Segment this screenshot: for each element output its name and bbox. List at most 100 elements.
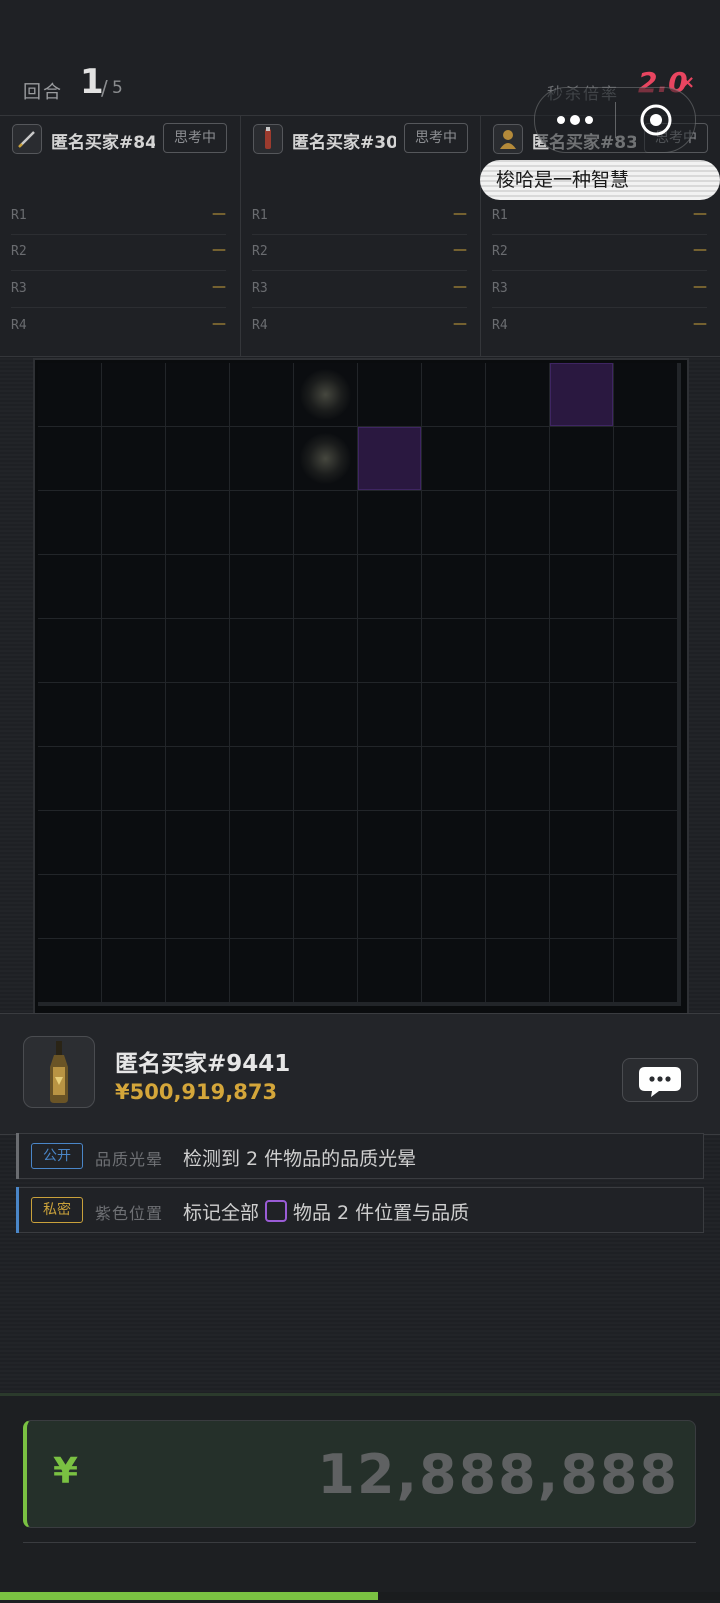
grid-cell[interactable]: [550, 875, 613, 938]
grid-cell[interactable]: [486, 363, 549, 426]
grid-cell[interactable]: [166, 811, 229, 874]
grid-cell[interactable]: [166, 875, 229, 938]
grid-cell[interactable]: [358, 363, 421, 426]
grid-cell[interactable]: [294, 811, 357, 874]
grid-cell[interactable]: [422, 427, 485, 490]
grid-cell[interactable]: [422, 363, 485, 426]
grid-cell[interactable]: [166, 427, 229, 490]
grid-cell[interactable]: [358, 683, 421, 746]
grid-cell[interactable]: [38, 811, 101, 874]
grid-cell[interactable]: [550, 555, 613, 618]
grid-cell[interactable]: [422, 619, 485, 682]
grid-cell[interactable]: [422, 683, 485, 746]
grid-cell[interactable]: [230, 491, 293, 554]
close-target-icon[interactable]: [639, 103, 673, 137]
grid-cell-halo[interactable]: [294, 427, 357, 490]
grid-cell[interactable]: [550, 939, 613, 1002]
more-options-icon[interactable]: [555, 110, 599, 130]
grid-cell[interactable]: [294, 683, 357, 746]
grid-cell[interactable]: [486, 747, 549, 810]
grid-cell[interactable]: [486, 427, 549, 490]
grid-cell[interactable]: [614, 747, 677, 810]
grid-cell[interactable]: [614, 811, 677, 874]
grid-cell[interactable]: [102, 939, 165, 1002]
grid-cell[interactable]: [614, 683, 677, 746]
grid-cell[interactable]: [38, 619, 101, 682]
grid-cell[interactable]: [486, 811, 549, 874]
bid-input[interactable]: ¥ 12,888,888: [23, 1420, 696, 1528]
grid-cell[interactable]: [230, 555, 293, 618]
grid-cell[interactable]: [614, 619, 677, 682]
grid-cell[interactable]: [102, 811, 165, 874]
grid-cell[interactable]: [486, 619, 549, 682]
grid-cell[interactable]: [294, 619, 357, 682]
grid-cell[interactable]: [166, 491, 229, 554]
grid-cell[interactable]: [614, 427, 677, 490]
grid-cell[interactable]: [358, 939, 421, 1002]
grid-cell[interactable]: [422, 875, 485, 938]
grid-cell[interactable]: [102, 555, 165, 618]
grid-cell[interactable]: [358, 619, 421, 682]
grid-cell[interactable]: [486, 683, 549, 746]
grid-cell[interactable]: [38, 875, 101, 938]
grid-cell[interactable]: [38, 939, 101, 1002]
grid-cell[interactable]: [550, 683, 613, 746]
grid-cell[interactable]: [102, 427, 165, 490]
grid-cell[interactable]: [614, 363, 677, 426]
grid-cell[interactable]: [102, 491, 165, 554]
grid-cell[interactable]: [38, 683, 101, 746]
grid-cell[interactable]: [102, 875, 165, 938]
grid-cell[interactable]: [422, 491, 485, 554]
grid-cell[interactable]: [294, 747, 357, 810]
grid-cell[interactable]: [230, 619, 293, 682]
grid-cell[interactable]: [38, 555, 101, 618]
grid-cell[interactable]: [422, 939, 485, 1002]
grid-cell[interactable]: [102, 363, 165, 426]
grid-cell[interactable]: [230, 683, 293, 746]
grid-cell[interactable]: [550, 427, 613, 490]
grid-cell[interactable]: [614, 555, 677, 618]
grid-cell[interactable]: [358, 747, 421, 810]
grid-cell[interactable]: [614, 491, 677, 554]
grid-cell[interactable]: [166, 555, 229, 618]
grid-cell[interactable]: [550, 491, 613, 554]
grid-cell[interactable]: [550, 619, 613, 682]
grid-cell[interactable]: [486, 555, 549, 618]
grid-cell[interactable]: [166, 683, 229, 746]
grid-cell[interactable]: [294, 555, 357, 618]
grid-cell[interactable]: [166, 747, 229, 810]
grid-cell[interactable]: [422, 747, 485, 810]
grid-cell[interactable]: [358, 555, 421, 618]
grid-cell-purple[interactable]: [550, 363, 613, 426]
grid-cell[interactable]: [358, 875, 421, 938]
grid-cell[interactable]: [230, 939, 293, 1002]
grid-cell[interactable]: [102, 619, 165, 682]
grid-cell-purple[interactable]: [358, 427, 421, 490]
grid-cell[interactable]: [486, 491, 549, 554]
grid-cell[interactable]: [230, 427, 293, 490]
grid-cell[interactable]: [38, 491, 101, 554]
grid-cell[interactable]: [230, 875, 293, 938]
grid-cell[interactable]: [166, 939, 229, 1002]
grid-cell[interactable]: [614, 939, 677, 1002]
grid-cell[interactable]: [486, 939, 549, 1002]
grid-cell-halo[interactable]: [294, 363, 357, 426]
grid-cell[interactable]: [294, 939, 357, 1002]
chat-button[interactable]: [622, 1058, 698, 1102]
grid-cell[interactable]: [38, 427, 101, 490]
grid-cell[interactable]: [102, 683, 165, 746]
grid-cell[interactable]: [166, 363, 229, 426]
grid-cell[interactable]: [422, 811, 485, 874]
grid-cell[interactable]: [358, 491, 421, 554]
grid-cell[interactable]: [358, 811, 421, 874]
grid-cell[interactable]: [550, 811, 613, 874]
grid-cell[interactable]: [38, 747, 101, 810]
grid-cell[interactable]: [230, 363, 293, 426]
grid-cell[interactable]: [166, 619, 229, 682]
grid-cell[interactable]: [102, 747, 165, 810]
grid-cell[interactable]: [550, 747, 613, 810]
grid-cell[interactable]: [614, 875, 677, 938]
grid-cell[interactable]: [38, 363, 101, 426]
grid-cell[interactable]: [294, 875, 357, 938]
grid-cell[interactable]: [486, 875, 549, 938]
